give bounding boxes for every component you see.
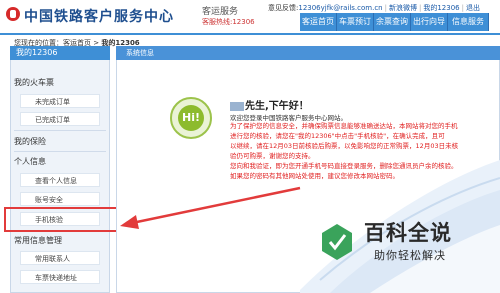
sidebar-item-unfinished-orders[interactable]: 未完成订单 [20,94,100,108]
weibo-link[interactable]: 新浪微博 [389,4,417,12]
sidebar-section-personal[interactable]: 个人信息 [14,156,46,167]
pointer-arrow-icon [120,186,301,229]
panel-title: 系统信息 [116,46,500,60]
top-links: 意见反馈:12306yjfk@rails.com.cn | 新浪微博 | 我的12306… [268,4,480,12]
nav-item-home[interactable]: 客运首页 [300,13,337,31]
notice-line: 为了保护您的信息安全，并确保购票信息能够准确送达站，本网站将对您的手机 [230,122,458,130]
notice-line: 验仍可购票，谢谢您的支持。 [230,152,315,160]
nav-item-remaining[interactable]: 余票查询 [374,13,411,31]
nav-item-info[interactable]: 信息服务 [448,13,489,31]
hi-badge-icon: Hi! [178,105,204,131]
feedback-email-link[interactable]: 12306yjfk@rails.com.cn [298,4,382,12]
sidebar-item-contacts[interactable]: 常用联系人 [20,251,100,265]
sidebar-divider [14,130,106,131]
sidebar-item-view-profile[interactable]: 查看个人信息 [20,173,100,187]
highlight-box [4,207,122,232]
sidebar-item-finished-orders[interactable]: 已完成订单 [20,112,100,126]
notice-line: 如果您的密码有其他网站处使用，建议您修改本网站密码。 [230,172,399,180]
notice-line: 您向和我验证，即为您开通手机号码直接登录服务，删除您通讯员户余的核验。 [230,162,458,170]
watermark-subtitle: 助你轻松解决 [374,249,446,262]
sidebar-section-tickets[interactable]: 我的火车票 [14,77,54,88]
notice-line: 以继续，请在12月03日前核验后购票，以免影响您的正常购票，12月03日未核 [230,142,459,150]
sidebar-item-account-security[interactable]: 账号安全 [20,192,100,206]
sidebar-item-delivery-address[interactable]: 车票快递地址 [20,270,100,284]
notice-block: 为了保护您的信息安全，并确保购票信息能够准确送达站，本网站将对您的手机 进行您的… [230,121,480,181]
hotline: 客服热线:12306 [202,18,255,26]
sidebar-title: 我的12306 [10,46,110,60]
service-label: 客运服务 [202,7,239,17]
logout-link[interactable]: 退出 [466,4,480,12]
watermark-logo-icon [322,224,352,260]
site-title[interactable]: 中国铁路客户服务中心 [24,6,174,26]
greeting-text: 先生,下午好！ [245,101,309,112]
greeting: 先生,下午好！ [230,97,309,112]
nav-item-guide[interactable]: 出行向导 [411,13,448,31]
my-12306-link[interactable]: 我的12306 [423,4,459,12]
sidebar-section-common-info[interactable]: 常用信息管理 [14,235,62,246]
redacted-name [230,101,244,111]
railway-logo-icon[interactable] [6,7,20,21]
feedback-label: 意见反馈: [268,4,299,12]
sidebar-section-insurance[interactable]: 我的保险 [14,136,46,147]
nav-item-booking[interactable]: 车票预订 [337,13,374,31]
header-divider [0,33,500,35]
sidebar-divider [14,151,106,152]
watermark-title: 百科全说 [364,221,452,245]
notice-line: 进行您的核验，请您在"我的12306"中点击"手机核验"，在确认完成，且可 [230,132,445,140]
